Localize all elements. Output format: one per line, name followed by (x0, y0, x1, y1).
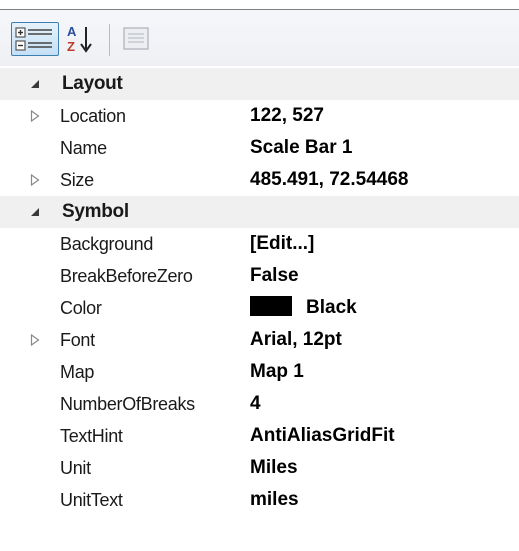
property-row-breakbeforezero[interactable]: BreakBeforeZero False (0, 260, 519, 292)
property-value[interactable]: Map 1 (250, 356, 510, 388)
property-name: Font (60, 330, 95, 350)
category-label: Symbol (62, 201, 129, 222)
expanded-triangle-icon[interactable] (26, 68, 44, 100)
description-pane (0, 520, 519, 551)
categorized-button[interactable] (11, 22, 59, 56)
property-name: Background (60, 234, 154, 254)
category-label: Layout (62, 73, 123, 94)
property-value[interactable]: Miles (250, 452, 510, 484)
color-swatch (250, 295, 292, 316)
property-value[interactable]: 4 (250, 388, 510, 420)
property-name: Name (60, 138, 107, 158)
property-name: Size (60, 170, 94, 190)
property-row-texthint[interactable]: TextHint AntiAliasGridFit (0, 420, 519, 452)
category-row-symbol[interactable]: Symbol (0, 196, 519, 228)
property-row-map[interactable]: Map Map 1 (0, 356, 519, 388)
property-name: Color (60, 298, 102, 318)
svg-text:A: A (67, 24, 77, 39)
property-value[interactable]: miles (250, 484, 510, 516)
property-row-background[interactable]: Background [Edit...] (0, 228, 519, 260)
property-row-unit[interactable]: Unit Miles (0, 452, 519, 484)
property-value[interactable]: Scale Bar 1 (250, 132, 510, 164)
sort-alphabetical-icon: A Z (67, 24, 92, 54)
collapsed-triangle-icon[interactable] (26, 164, 44, 196)
property-grid: Layout Location 122, 527 Name Scale Bar … (0, 68, 519, 516)
property-value[interactable]: Arial, 12pt (250, 324, 510, 356)
property-grid-toolbar: A Z (0, 10, 519, 66)
property-row-size[interactable]: Size 485.491, 72.54468 (0, 164, 519, 196)
toolbar-separator (109, 24, 110, 56)
property-value[interactable]: [Edit...] (250, 228, 510, 260)
categorized-icon (15, 27, 52, 51)
property-row-font[interactable]: Font Arial, 12pt (0, 324, 519, 356)
property-name: BreakBeforeZero (60, 266, 193, 286)
property-row-unittext[interactable]: UnitText miles (0, 484, 519, 516)
alphabetical-button[interactable]: A Z (62, 22, 102, 56)
property-row-location[interactable]: Location 122, 527 (0, 100, 519, 132)
property-name: NumberOfBreaks (60, 394, 195, 414)
category-row-layout[interactable]: Layout (0, 68, 519, 100)
svg-text:Z: Z (67, 39, 75, 54)
property-name: Location (60, 106, 126, 126)
property-pages-button[interactable] (118, 22, 154, 56)
property-name: UnitText (60, 490, 123, 510)
expanded-triangle-icon[interactable] (26, 196, 44, 228)
property-value[interactable]: False (250, 260, 510, 292)
property-value[interactable]: AntiAliasGridFit (250, 420, 510, 452)
property-value[interactable]: 485.491, 72.54468 (250, 164, 510, 196)
property-row-color[interactable]: Color Black (0, 292, 519, 324)
color-value-label: Black (306, 297, 357, 318)
collapsed-triangle-icon[interactable] (26, 324, 44, 356)
property-value[interactable]: 122, 527 (250, 100, 510, 132)
property-name: TextHint (60, 426, 123, 446)
collapsed-triangle-icon[interactable] (26, 100, 44, 132)
property-row-name[interactable]: Name Scale Bar 1 (0, 132, 519, 164)
property-name: Map (60, 362, 95, 382)
property-name: Unit (60, 458, 91, 478)
property-row-numberofbreaks[interactable]: NumberOfBreaks 4 (0, 388, 519, 420)
property-pages-icon (123, 27, 149, 50)
property-value-color[interactable]: Black (250, 292, 510, 324)
